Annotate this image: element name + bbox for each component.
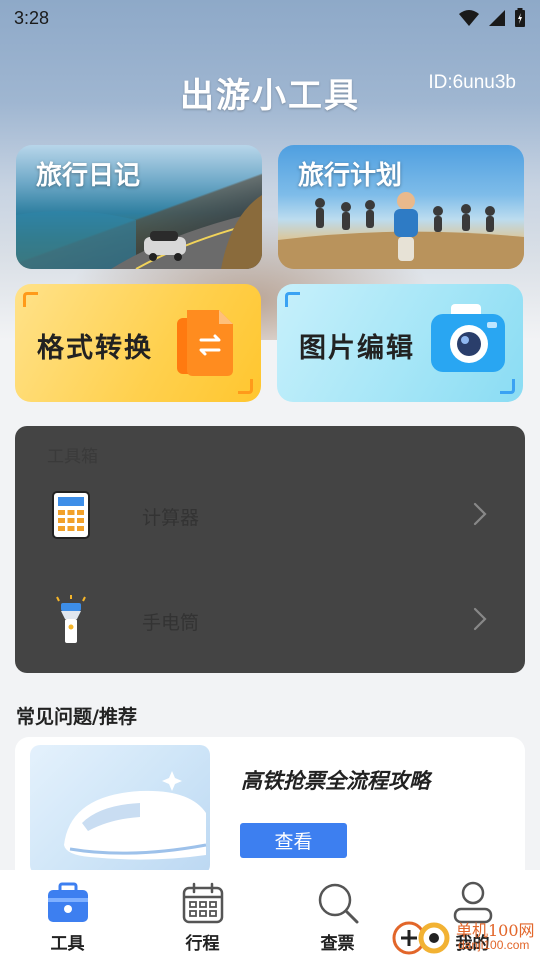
nav-label-itinerary: 行程 [185,934,220,954]
calculator-icon [52,491,90,539]
format-conversion-card[interactable]: 格式转换 [15,284,261,402]
image-editing-card[interactable]: 图片编辑 [277,284,523,402]
tool-item-calculator[interactable]: 计算器 [15,476,525,556]
chevron-right-icon [473,502,487,526]
tool-item-flashlight[interactable]: 手电筒 [15,581,525,661]
status-bar: 3:28 [0,0,540,36]
toolbox-panel: 工具箱 计算器 手电筒 [15,426,525,673]
card-corner-decoration [500,379,515,394]
format-conversion-label: 格式转换 [37,333,153,364]
image-editing-label: 图片编辑 [299,333,415,364]
search-icon [318,883,358,924]
battery-icon [515,8,525,27]
watermark-logo-icon [392,921,450,955]
card-corner-decoration [23,292,38,307]
toolbox-icon [47,882,88,922]
travel-diary-card[interactable]: 旅行日记 [16,145,262,269]
high-speed-train-image [30,745,210,875]
tool-label-flashlight: 手电筒 [142,612,200,634]
calendar-icon [182,882,223,924]
card-corner-decoration [285,292,300,307]
status-time: 3:28 [14,7,50,28]
travel-plan-card[interactable]: 旅行计划 [278,145,524,269]
watermark-url: danji100.com [458,938,530,952]
train-icon [64,771,207,860]
section-title-faq: 常见问题/推荐 [16,706,137,728]
status-icons [458,8,526,28]
signal-icon [489,10,505,26]
file-convert-icon [177,310,233,376]
chevron-right-icon [473,607,487,631]
wifi-icon [459,10,479,26]
recommend-title: 高铁抢票全流程攻略 [241,769,430,793]
nav-item-tickets[interactable]: 查票 [270,870,405,960]
watermark: 单机100网 danji100.com [392,915,540,960]
travel-plan-label: 旅行计划 [298,161,403,191]
nav-item-tools[interactable]: 工具 [0,870,135,960]
flashlight-icon [56,595,86,643]
card-corner-decoration [238,379,253,394]
user-id: ID:6unu3b [428,72,516,93]
nav-label-tickets: 查票 [320,934,355,954]
camera-icon [431,304,505,372]
toolbox-title: 工具箱 [47,447,98,467]
view-button[interactable]: 查看 [240,823,347,858]
nav-label-tools: 工具 [50,934,85,954]
tool-label-calculator: 计算器 [142,507,200,529]
travel-diary-label: 旅行日记 [36,161,141,191]
nav-item-itinerary[interactable]: 行程 [135,870,270,960]
